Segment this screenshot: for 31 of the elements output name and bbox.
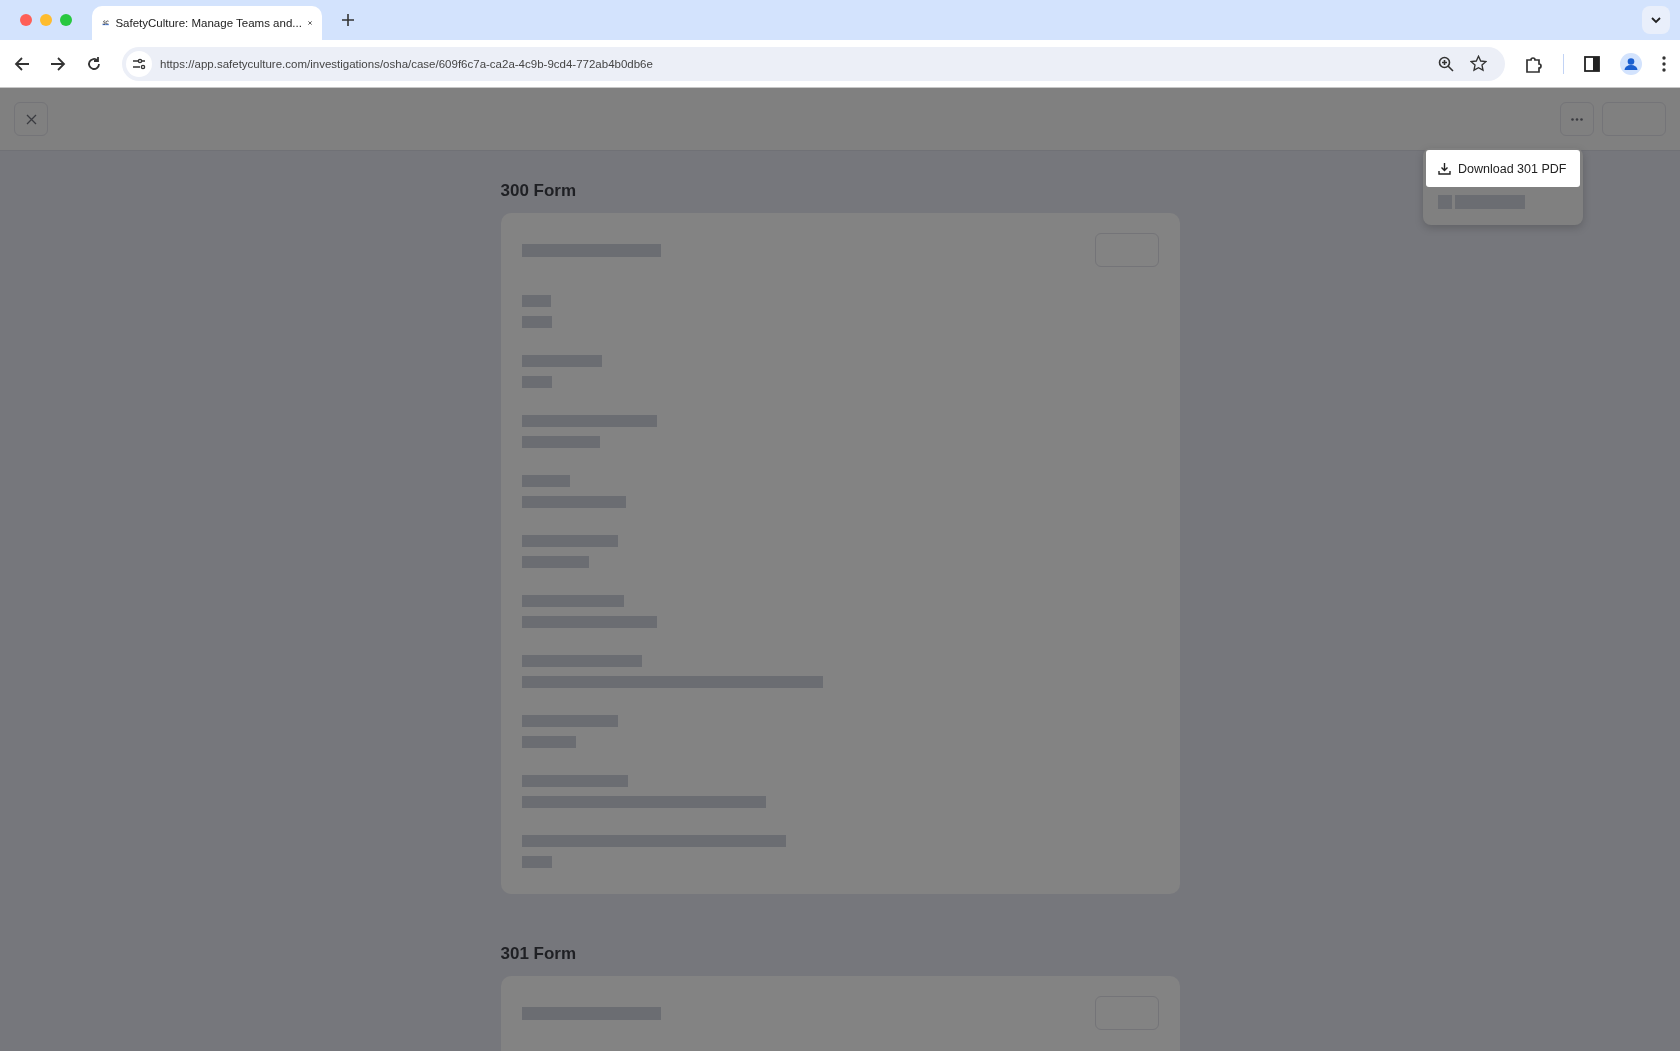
forward-icon[interactable] [50, 55, 66, 72]
puzzle-piece-icon[interactable] [1525, 54, 1543, 73]
profile-avatar-icon[interactable] [1620, 52, 1642, 75]
section-title: 300 Form [500, 181, 578, 201]
download-menu-item[interactable]: Download 301 PDF [1426, 150, 1580, 187]
browser-tab[interactable]: SafetyCulture: Manage Teams and... [92, 6, 322, 40]
tab-title: SafetyCulture: Manage Teams and... [115, 17, 302, 29]
skeleton-bar [521, 556, 589, 568]
skeleton-bar [521, 295, 551, 307]
skeleton-bar [521, 376, 552, 388]
site-settings-icon[interactable] [126, 50, 152, 77]
more-vertical-icon[interactable] [1662, 55, 1666, 72]
close-icon [25, 113, 37, 125]
address-bar[interactable]: https://app.safetyculture.com/investigations/osha/case/609f6c7a-ca2a-4c9b-9cd4-772ab4b0db6e [122, 46, 1505, 81]
star-icon[interactable] [1470, 55, 1487, 72]
skeleton-bar [521, 475, 570, 487]
reload-icon[interactable] [86, 55, 102, 72]
side-panel-icon[interactable] [1584, 55, 1600, 72]
chevron-down-icon [1651, 16, 1661, 24]
new-tab-icon[interactable] [342, 14, 354, 26]
back-icon[interactable] [14, 55, 30, 72]
skeleton-bar [521, 736, 576, 748]
skeleton-bar [521, 856, 552, 868]
download-icon [1438, 162, 1451, 175]
section-title: 301 Form [500, 944, 578, 964]
skeleton-bar [521, 316, 552, 328]
close-icon[interactable] [307, 18, 312, 28]
zoom-in-icon[interactable] [1438, 55, 1454, 72]
tab-search-button[interactable] [1642, 6, 1670, 34]
url-text: https://app.safetyculture.com/investigations/osha/case/609f6c7a-ca2a-4c9b-9cd4-772ab4b0db6e [160, 57, 653, 70]
more-horizontal-icon [1571, 117, 1583, 121]
